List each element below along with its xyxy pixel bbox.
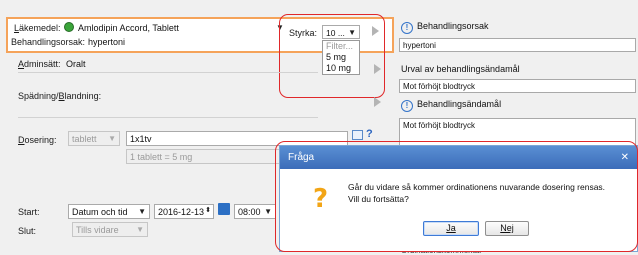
reason-label: Behandlingsorsak:: [11, 37, 86, 47]
dosage-unit-select[interactable]: tablett ▼: [68, 131, 120, 146]
purpose-title: ! Behandlingsändamål: [401, 99, 501, 112]
purpose-selection-value: Mot förhöjt blodtryck: [403, 82, 476, 91]
calendar-icon[interactable]: [218, 203, 230, 215]
dilution-label: Spädning/Blandning:: [18, 91, 102, 101]
medication-select[interactable]: Amlodipin Accord, Tablett: [64, 22, 179, 33]
divider: [18, 117, 318, 118]
chevron-down-icon: ▼: [264, 207, 272, 216]
admin-value: Oralt: [66, 59, 86, 69]
start-mode-value: Datum och tid: [72, 207, 128, 217]
info-icon: !: [401, 22, 413, 34]
play-arrow-icon[interactable]: [374, 97, 381, 107]
reason-value: hypertoni: [88, 37, 126, 47]
annotation-highlight-dialog: [275, 141, 638, 252]
help-icon[interactable]: ?: [366, 128, 373, 140]
start-date-input[interactable]: 2016-12-13 ⬍: [154, 204, 214, 219]
end-label: Slut:: [18, 226, 37, 236]
start-date-value: 2016-12-13: [158, 207, 205, 217]
dosage-schedule-icon[interactable]: [352, 130, 363, 140]
start-time-input[interactable]: 08:00 ▼: [234, 204, 276, 219]
medication-label: Läkemedel:: [14, 23, 61, 33]
divider: [18, 72, 318, 73]
start-time-value: 08:00: [238, 207, 261, 217]
info-icon: !: [401, 100, 413, 112]
purpose-selection-field[interactable]: Mot förhöjt blodtryck: [399, 79, 636, 93]
reason-field[interactable]: hypertoni: [399, 38, 636, 52]
purpose-field-value: Mot förhöjt blodtryck: [403, 121, 476, 130]
medication-status-icon: [64, 22, 74, 32]
purpose-title-text: Behandlingsändamål: [417, 99, 502, 109]
reason-title: ! Behandlingsorsak: [401, 21, 489, 34]
chevron-down-icon: ▼: [138, 207, 146, 216]
chevron-down-icon: ▼: [136, 225, 144, 234]
admin-label: Adminsätt:: [18, 59, 61, 69]
medication-value: Amlodipin Accord, Tablett: [78, 23, 179, 33]
reason-title-text: Behandlingsorsak: [417, 21, 489, 31]
play-arrow-icon[interactable]: [374, 64, 381, 74]
end-mode-value: Tills vidare: [76, 225, 119, 235]
dosage-value: 1x1tv: [130, 134, 152, 144]
start-label: Start:: [18, 207, 40, 217]
dosage-unit-value: tablett: [72, 134, 97, 144]
dosage-label: Dosering:: [18, 135, 57, 145]
stepper-icon[interactable]: ⬍: [205, 205, 211, 217]
end-mode-select[interactable]: Tills vidare ▼: [72, 222, 148, 237]
purpose-selection-label: Urval av behandlingsändamål: [401, 64, 520, 74]
dosage-conversion-text: 1 tablett = 5 mg: [130, 152, 193, 162]
reason-field-value: hypertoni: [403, 41, 436, 50]
annotation-highlight-strength: [279, 14, 385, 98]
chevron-down-icon: ▼: [108, 134, 116, 143]
start-mode-select[interactable]: Datum och tid ▼: [68, 204, 150, 219]
